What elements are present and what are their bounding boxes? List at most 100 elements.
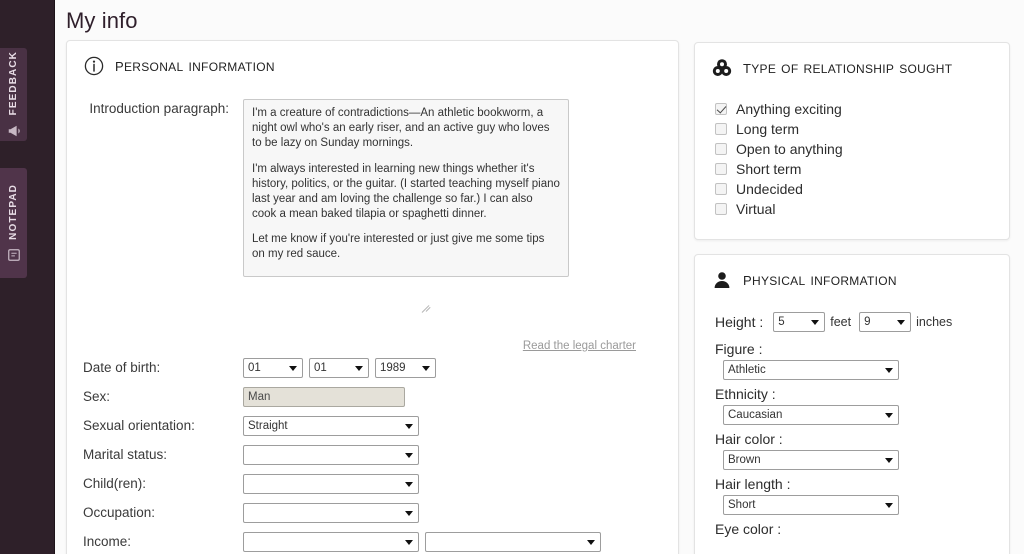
- dob-day-select[interactable]: 01: [243, 357, 303, 378]
- checkbox-open-to-anything[interactable]: [715, 143, 727, 155]
- sexual-orientation-row: Sexual orientation: Straight: [67, 411, 678, 440]
- figure-label: Figure :: [715, 341, 763, 357]
- checkbox-anything-exciting[interactable]: [715, 103, 727, 115]
- marital-status-label: Marital status:: [83, 447, 168, 462]
- relationship-type-card: Type of relationship sought Anything exc…: [694, 42, 1010, 240]
- ethnicity-value: Caucasian: [728, 409, 783, 421]
- textarea-resize-handle[interactable]: [421, 305, 432, 315]
- ethnicity-select[interactable]: Caucasian: [723, 405, 899, 425]
- introduction-paragraph-2: I'm always interested in learning new th…: [252, 162, 560, 221]
- venn-circles-icon: [711, 57, 733, 79]
- rail-tab-notepad[interactable]: NOTEPAD: [0, 168, 27, 278]
- introduction-row: Introduction paragraph: I'm a creature o…: [67, 83, 678, 277]
- hair-length-group: Hair length : Short: [715, 476, 1009, 515]
- dob-month-select[interactable]: 01: [309, 357, 369, 378]
- height-inches-select[interactable]: 9: [859, 312, 912, 332]
- introduction-textarea[interactable]: I'm a creature of contradictions—An athl…: [243, 99, 569, 277]
- relationship-option-long-term[interactable]: Long term: [715, 119, 1009, 139]
- figure-select[interactable]: Athletic: [723, 360, 899, 380]
- left-rail: FEEDBACK NOTEPAD: [0, 0, 55, 554]
- checkbox-undecided[interactable]: [715, 183, 727, 195]
- relationship-type-title: Type of relationship sought: [743, 57, 953, 78]
- hair-color-label: Hair color :: [715, 431, 783, 447]
- date-of-birth-row: Date of birth: 01 01 1989: [67, 353, 678, 382]
- hair-color-value: Brown: [728, 454, 761, 466]
- income-label: Income:: [83, 534, 132, 549]
- figure-group: Figure : Athletic: [715, 341, 1009, 380]
- physical-information-header: Physical information: [695, 255, 1009, 297]
- introduction-label: Introduction paragraph:: [89, 101, 229, 116]
- relationship-options-list: Anything exciting Long term Open to anyt…: [695, 85, 1009, 219]
- sex-row: Sex: Man: [67, 382, 678, 411]
- marital-status-row: Marital status:: [67, 440, 678, 469]
- checkbox-virtual[interactable]: [715, 203, 727, 215]
- relationship-option-short-term[interactable]: Short term: [715, 159, 1009, 179]
- app-root: FEEDBACK NOTEPAD My info Personal inform…: [0, 0, 1024, 554]
- personal-information-header: Personal information: [67, 41, 678, 83]
- physical-information-title: Physical information: [743, 269, 897, 290]
- rail-tab-feedback[interactable]: FEEDBACK: [0, 48, 27, 141]
- sex-readonly-field: Man: [243, 386, 405, 407]
- height-feet-unit: feet: [830, 315, 852, 329]
- marital-status-select[interactable]: [243, 444, 419, 465]
- relationship-type-header: Type of relationship sought: [695, 43, 1009, 85]
- sex-label: Sex:: [83, 389, 111, 404]
- checkbox-short-term[interactable]: [715, 163, 727, 175]
- relationship-option-label: Short term: [736, 161, 802, 177]
- hair-color-group: Hair color : Brown: [715, 431, 1009, 470]
- megaphone-icon: [7, 124, 21, 138]
- checkbox-long-term[interactable]: [715, 123, 727, 135]
- personal-information-card: Personal information Introduction paragr…: [66, 40, 679, 554]
- children-row: Child(ren):: [67, 469, 678, 498]
- dob-month-value: 01: [314, 361, 327, 374]
- income-currency-select[interactable]: [425, 531, 601, 552]
- rail-tab-notepad-label: NOTEPAD: [8, 184, 19, 240]
- personal-information-title: Personal information: [115, 55, 275, 76]
- ethnicity-label: Ethnicity :: [715, 386, 776, 402]
- height-feet-value: 5: [778, 316, 785, 328]
- physical-information-card: Physical information Height : 5 feet 9 i…: [694, 254, 1010, 554]
- income-amount-select[interactable]: [243, 531, 419, 552]
- legal-charter-link[interactable]: Read the legal charter: [523, 340, 636, 352]
- hair-length-value: Short: [728, 499, 756, 511]
- hair-color-select[interactable]: Brown: [723, 450, 899, 470]
- eye-color-label: Eye color :: [715, 521, 782, 537]
- height-row: Height : 5 feet 9 inches: [715, 309, 1009, 335]
- eye-color-group: Eye color :: [715, 521, 1009, 537]
- relationship-option-label: Virtual: [736, 201, 776, 217]
- introduction-paragraph-3: Let me know if you're interested or just…: [252, 233, 545, 261]
- physical-information-body: Height : 5 feet 9 inches Figure : Athlet…: [695, 297, 1009, 537]
- relationship-option-open-to-anything[interactable]: Open to anything: [715, 139, 1009, 159]
- dob-year-select[interactable]: 1989: [375, 357, 436, 378]
- occupation-label: Occupation:: [83, 505, 156, 520]
- date-of-birth-label: Date of birth:: [83, 360, 161, 375]
- sexual-orientation-select[interactable]: Straight: [243, 415, 419, 436]
- dob-year-value: 1989: [380, 361, 406, 374]
- income-row: Income:: [67, 527, 678, 554]
- relationship-option-label: Undecided: [736, 181, 803, 197]
- occupation-select[interactable]: [243, 502, 419, 523]
- relationship-option-virtual[interactable]: Virtual: [715, 199, 1009, 219]
- hair-length-select[interactable]: Short: [723, 495, 899, 515]
- figure-value: Athletic: [728, 364, 766, 376]
- introduction-paragraph-1: I'm a creature of contradictions—An athl…: [252, 107, 550, 150]
- ethnicity-group: Ethnicity : Caucasian: [715, 386, 1009, 425]
- children-label: Child(ren):: [83, 476, 147, 491]
- relationship-option-undecided[interactable]: Undecided: [715, 179, 1009, 199]
- notepad-icon: [7, 248, 21, 262]
- height-inches-unit: inches: [916, 315, 953, 329]
- relationship-option-label: Open to anything: [736, 141, 843, 157]
- person-icon: [711, 269, 733, 291]
- height-inches-value: 9: [864, 316, 871, 328]
- sexual-orientation-label: Sexual orientation:: [83, 418, 195, 433]
- sex-value: Man: [248, 390, 271, 403]
- info-circle-icon: [83, 55, 105, 77]
- height-feet-select[interactable]: 5: [773, 312, 826, 332]
- children-select[interactable]: [243, 473, 419, 494]
- relationship-option-anything-exciting[interactable]: Anything exciting: [715, 99, 1009, 119]
- relationship-option-label: Long term: [736, 121, 800, 137]
- dob-day-value: 01: [248, 361, 261, 374]
- page-title: My info: [66, 8, 138, 33]
- height-label: Height :: [715, 314, 764, 330]
- occupation-row: Occupation:: [67, 498, 678, 527]
